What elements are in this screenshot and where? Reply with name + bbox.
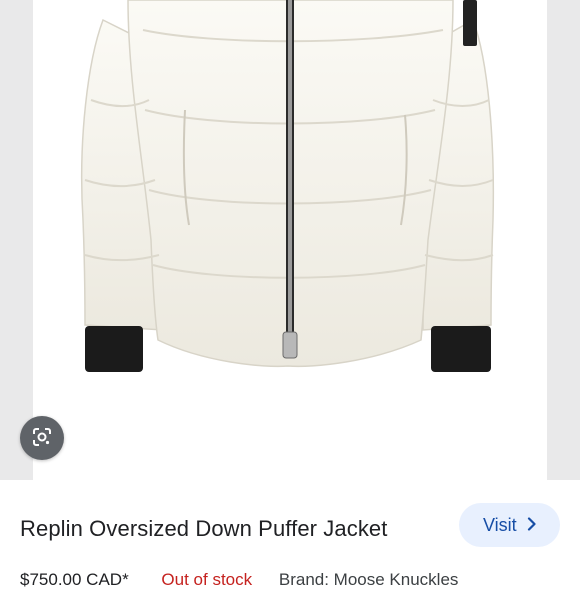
product-image[interactable] <box>33 0 547 480</box>
chevron-right-icon <box>527 516 537 534</box>
lens-camera-icon <box>30 425 54 452</box>
product-meta-row: $750.00 CAD* Out of stock Brand: Moose K… <box>20 570 458 590</box>
lens-search-button[interactable] <box>20 416 64 460</box>
product-image-panel <box>0 0 580 480</box>
product-title: Replin Oversized Down Puffer Jacket <box>20 516 388 541</box>
visit-button[interactable]: Visit <box>459 503 560 547</box>
puffer-jacket-illustration <box>80 0 495 372</box>
visit-label: Visit <box>483 514 517 535</box>
